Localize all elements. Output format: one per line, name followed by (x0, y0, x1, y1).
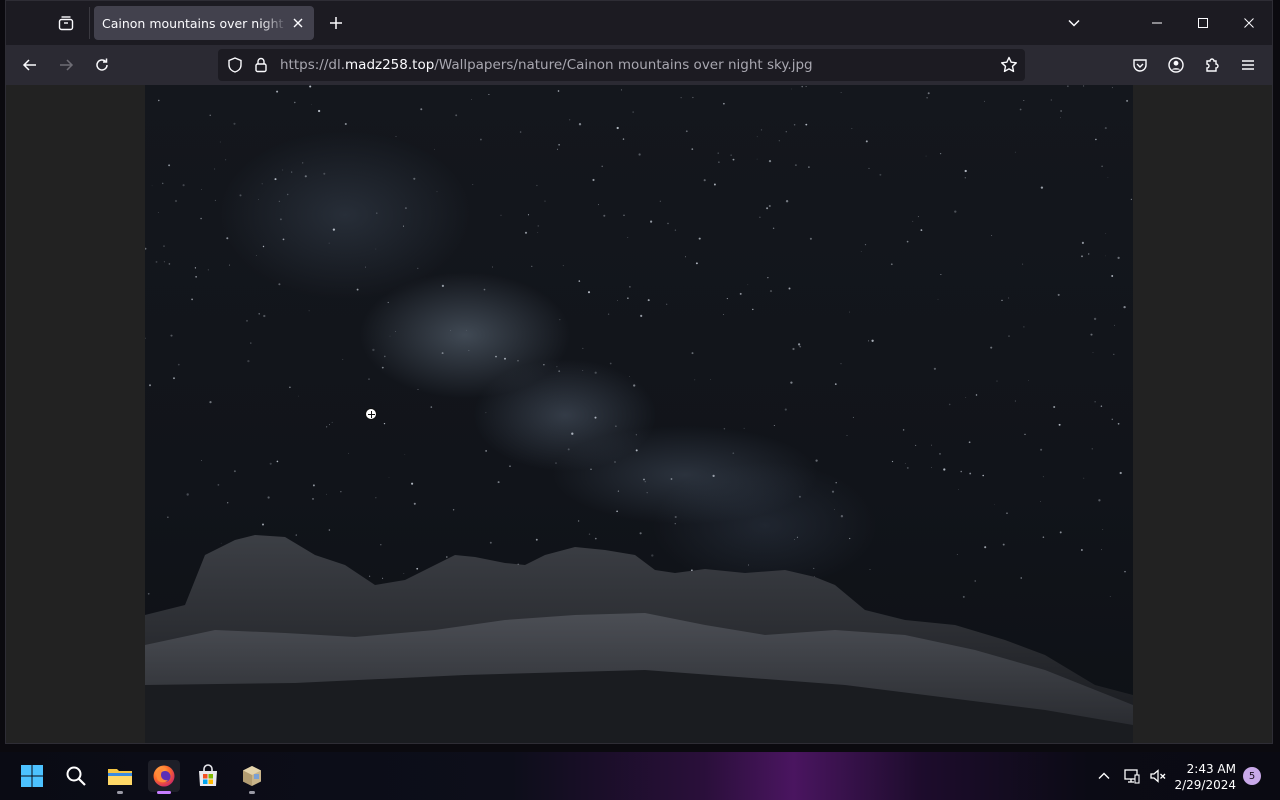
lock-icon[interactable] (252, 56, 270, 74)
url-host: madz258.top (345, 57, 435, 73)
navigation-toolbar: https://dl.madz258.top/Wallpapers/nature… (6, 45, 1272, 85)
maximize-button[interactable] (1180, 1, 1226, 45)
windows-start-icon[interactable] (16, 760, 48, 792)
close-window-button[interactable] (1226, 1, 1272, 45)
minimize-button[interactable] (1134, 1, 1180, 45)
url-text[interactable]: https://dl.madz258.top/Wallpapers/nature… (280, 57, 813, 73)
package-icon[interactable] (236, 760, 268, 794)
clock[interactable]: 2:43 AM 2/29/2024 (1174, 761, 1236, 793)
puzzle-icon[interactable] (1198, 51, 1226, 79)
chevron-up-icon[interactable] (1094, 766, 1114, 786)
arrow-right-icon[interactable] (52, 51, 80, 79)
network-icon[interactable] (1122, 766, 1142, 786)
active-indicator (157, 791, 171, 794)
reload-icon[interactable] (88, 51, 116, 79)
firefox-icon[interactable] (148, 760, 180, 794)
volume-muted-icon[interactable] (1148, 766, 1168, 786)
hamburger-icon[interactable] (1234, 51, 1262, 79)
tab-strip: Cainon mountains over night sky.jpg (6, 1, 1272, 45)
running-indicator (249, 791, 255, 794)
page-content (6, 85, 1272, 743)
cursor (365, 408, 377, 420)
microsoft-store-icon[interactable] (192, 760, 224, 792)
wallpaper-image[interactable] (145, 85, 1133, 743)
file-explorer-icon[interactable] (104, 760, 136, 794)
url-path: /Wallpapers/nature/Cainon mountains over… (434, 57, 813, 73)
tab-overview-icon[interactable] (54, 11, 78, 35)
browser-window: Cainon mountains over night sky.jpg (5, 0, 1273, 744)
running-indicator (117, 791, 123, 794)
url-bar[interactable]: https://dl.madz258.top/Wallpapers/nature… (218, 49, 1025, 81)
tab-active[interactable]: Cainon mountains over night sky.jpg (94, 6, 314, 40)
chevron-down-icon[interactable] (1062, 11, 1086, 35)
notification-badge[interactable]: 5 (1243, 767, 1261, 785)
clock-time: 2:43 AM (1186, 762, 1236, 776)
star-icon[interactable] (999, 55, 1019, 75)
tab-title: Cainon mountains over night sky.jpg (102, 15, 288, 31)
plus-icon[interactable] (324, 11, 348, 35)
pocket-icon[interactable] (1126, 51, 1154, 79)
clock-date: 2/29/2024 (1174, 778, 1236, 792)
arrow-left-icon[interactable] (16, 51, 44, 79)
taskbar: 2:43 AM 2/29/2024 5 (0, 752, 1280, 800)
shield-icon[interactable] (226, 56, 244, 74)
mountain-range (145, 535, 1133, 743)
divider (89, 7, 90, 39)
close-icon[interactable] (290, 15, 306, 31)
account-icon[interactable] (1162, 51, 1190, 79)
search-icon[interactable] (60, 760, 92, 792)
url-prefix: https://dl. (280, 57, 346, 73)
